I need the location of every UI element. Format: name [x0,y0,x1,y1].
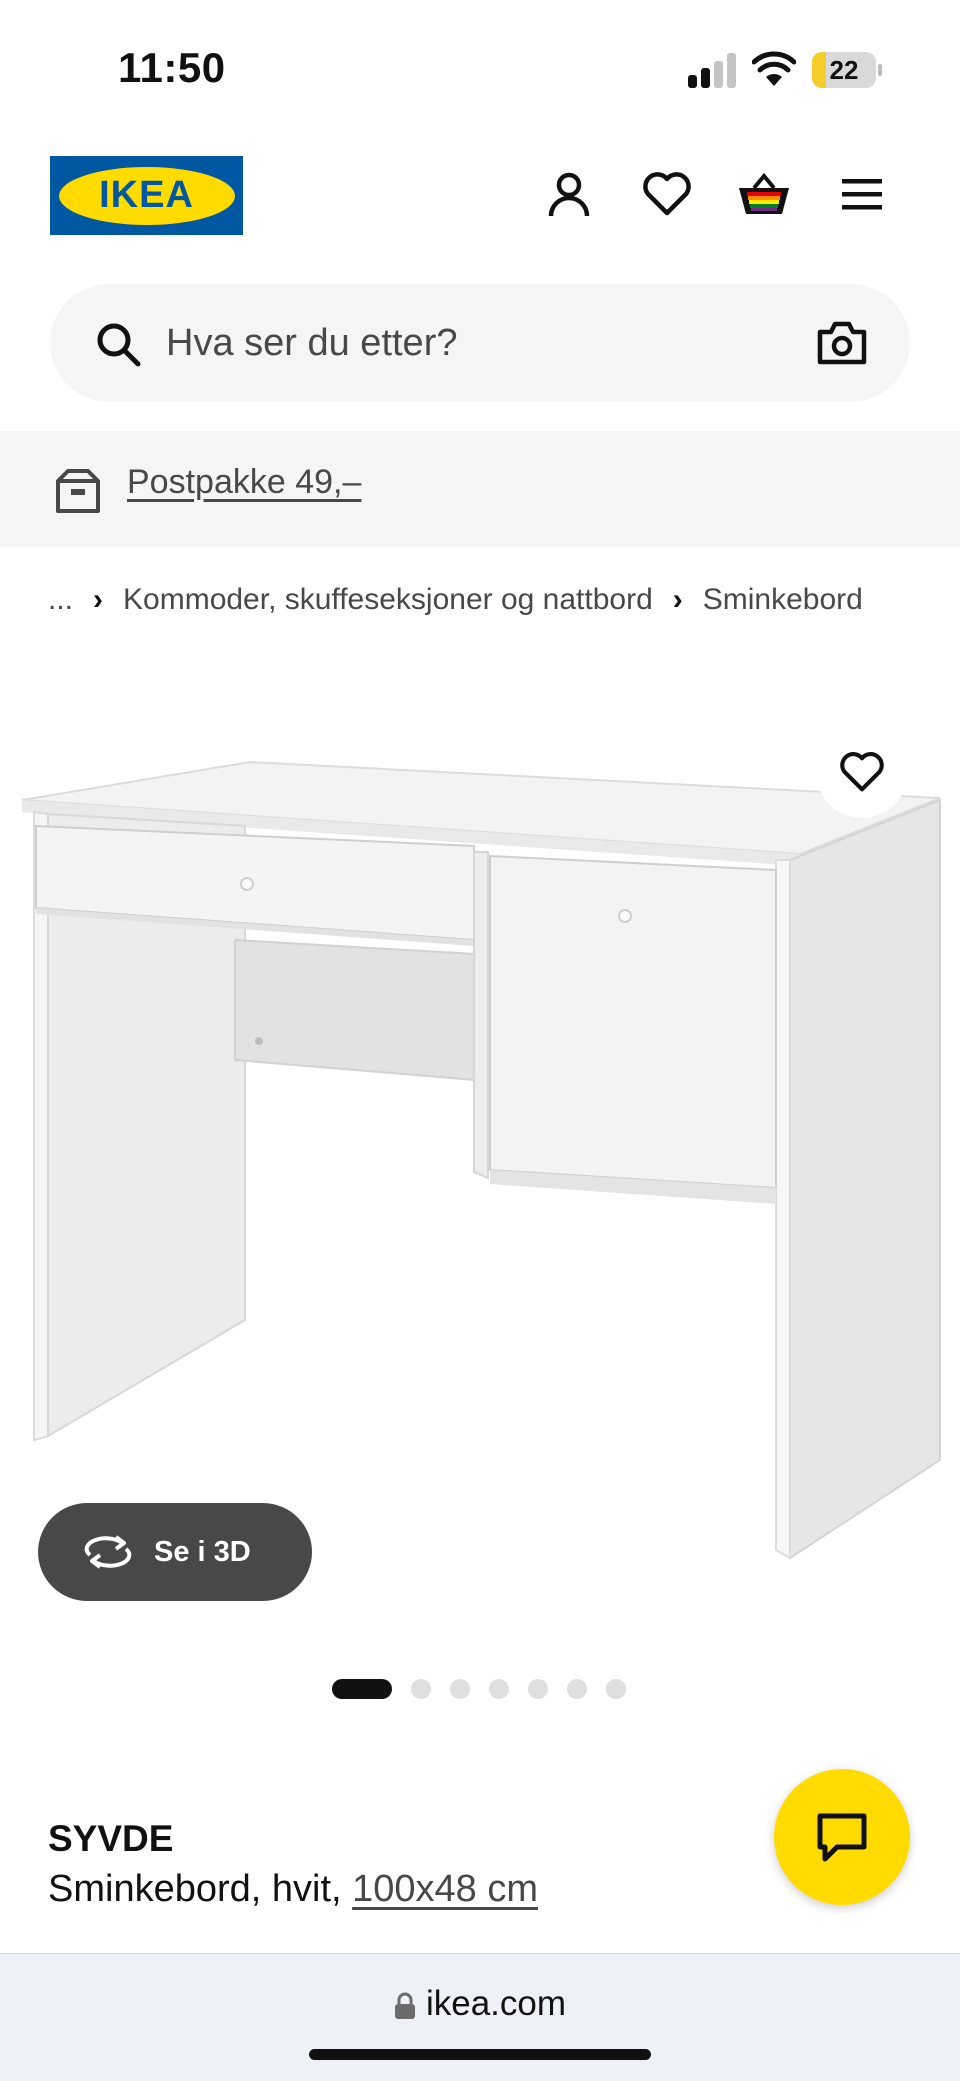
home-indicator[interactable] [309,2049,651,2060]
delivery-link[interactable]: Postpakke 49,– [127,463,361,502]
cellular-signal-icon [688,52,738,88]
browser-address-bar[interactable]: ikea.com [0,1953,960,2081]
image-pagination [332,1678,626,1700]
pagination-dot[interactable] [528,1679,548,1699]
heart-icon[interactable] [639,166,695,222]
status-bar: 11:50 22 [0,0,960,130]
search-bar[interactable] [50,284,910,402]
pagination-dot-active[interactable] [332,1679,392,1699]
favorite-button[interactable] [816,726,908,818]
ikea-logo[interactable]: IKEA [50,156,243,235]
breadcrumb-item[interactable]: Kommoder, skuffeseksjoner og nattbord [123,583,653,617]
view-3d-label: Se i 3D [154,1535,251,1568]
shopping-basket-icon[interactable] [736,166,792,222]
view-3d-button[interactable]: Se i 3D [38,1503,312,1601]
url-text: ikea.com [425,1984,567,2023]
chat-button[interactable] [774,1769,910,1905]
wifi-icon [752,51,796,86]
search-icon[interactable] [94,320,142,368]
search-input[interactable] [166,308,786,378]
pagination-dot[interactable] [606,1679,626,1699]
breadcrumb-item-current[interactable]: Sminkebord [703,583,863,617]
status-time: 11:50 [118,44,226,91]
lock-icon [394,1992,415,2019]
logo-text: IKEA [99,174,194,216]
chevron-right-icon: › [93,583,104,616]
breadcrumb-item[interactable]: ... [48,583,73,617]
pagination-dot[interactable] [411,1679,431,1699]
user-icon[interactable] [541,166,597,222]
camera-icon[interactable] [816,318,868,368]
chat-icon [817,1813,867,1862]
pagination-dot[interactable] [489,1679,509,1699]
battery-level: 22 [829,55,859,85]
pagination-dot[interactable] [450,1679,470,1699]
delivery-banner: Postpakke 49,– [0,431,960,547]
product-dimensions-link[interactable]: 100x48 cm [352,1868,538,1910]
chevron-right-icon: › [672,583,683,616]
product-type: Sminkebord, hvit, [48,1868,353,1910]
heart-icon [840,752,884,792]
product-name: SYVDE [48,1818,174,1859]
box-icon [56,469,100,513]
breadcrumb: ... › Kommoder, skuffeseksjoner og nattb… [48,578,863,622]
menu-icon[interactable] [834,166,890,222]
battery-icon: 22 [812,52,882,88]
rotate-3d-icon [84,1535,132,1569]
pagination-dot[interactable] [567,1679,587,1699]
product-description: Sminkebord, hvit, 100x48 cm [48,1868,538,1911]
